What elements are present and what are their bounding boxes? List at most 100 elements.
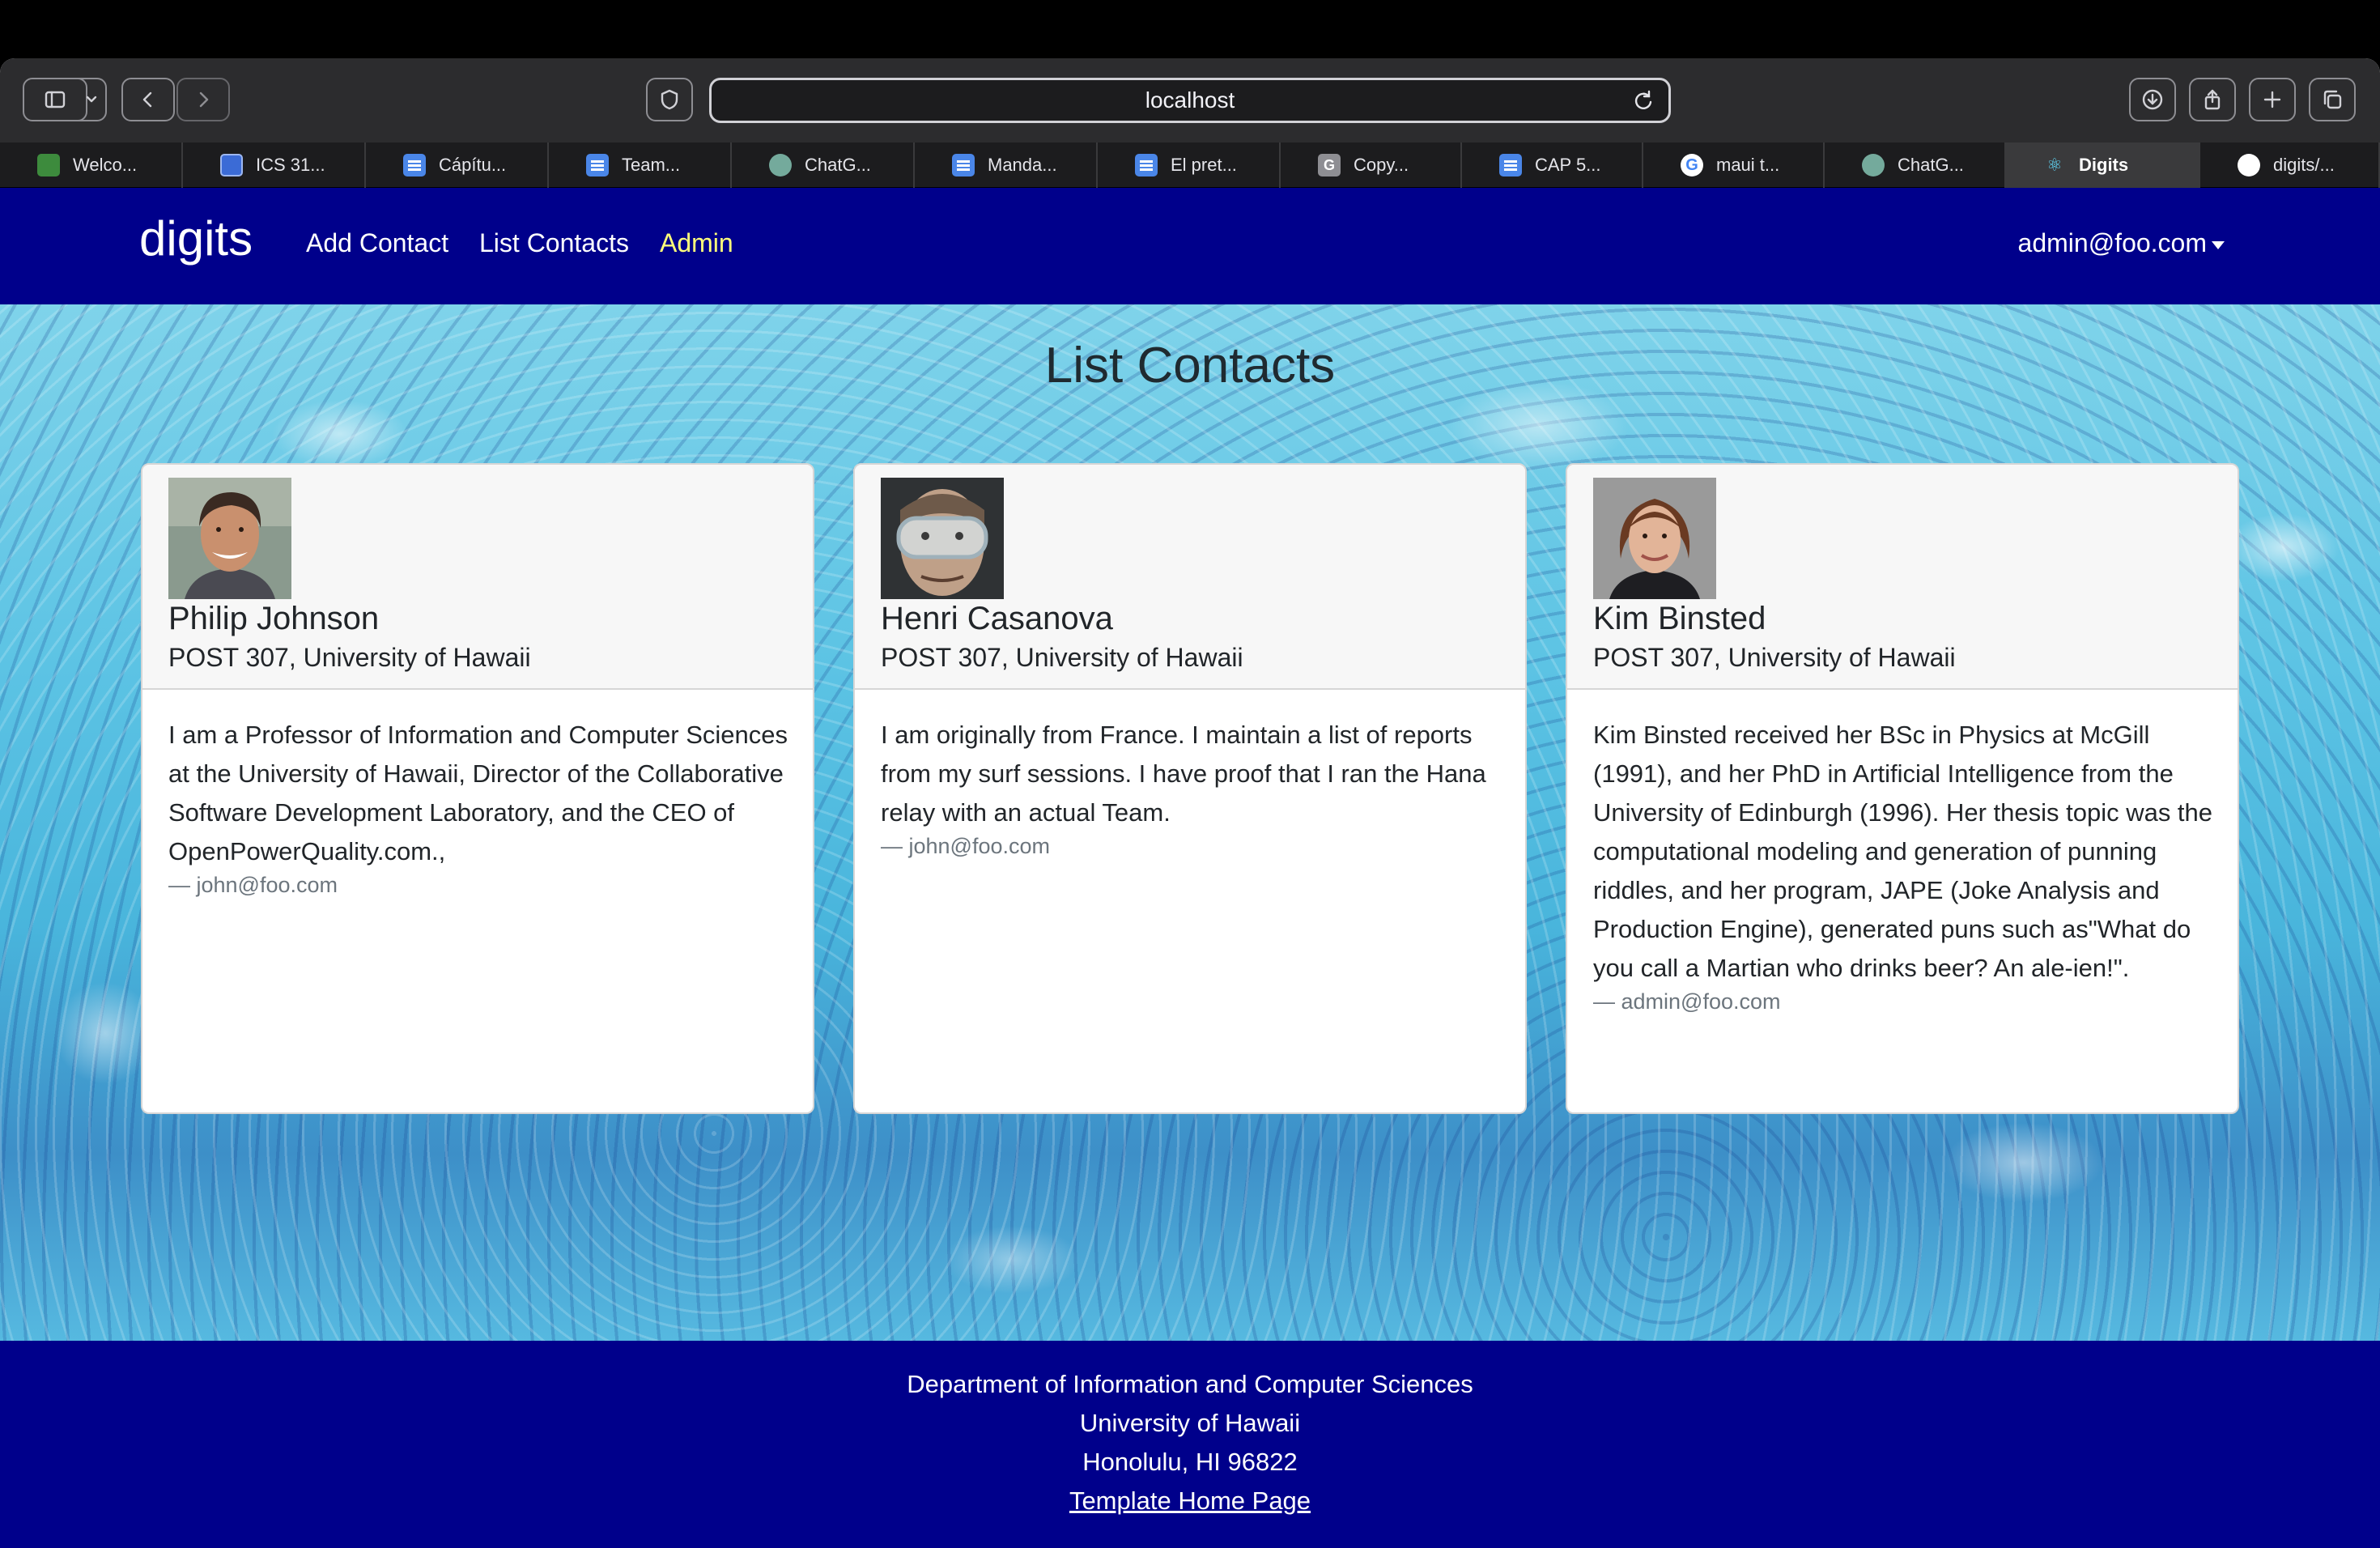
contact-address: POST 307, University of Hawaii [168, 643, 531, 672]
page-title: List Contacts [1044, 338, 1336, 393]
digits-page: digits Add Contact List Contacts Admin a… [0, 188, 2380, 1548]
tab-label: digits/... [2273, 155, 2335, 175]
chatgpt-icon [769, 154, 792, 176]
brand-logo[interactable]: digits [139, 211, 253, 266]
tab-label: Manda... [988, 155, 1057, 175]
reload-button[interactable] [1631, 88, 1655, 113]
contact-name: Philip Johnson [168, 601, 380, 636]
glitter-background: List Contacts Philip Johnson POST 307, U… [0, 304, 2380, 1341]
contact-description: I am originally from France. I maintain … [881, 721, 1486, 827]
footer: Department of Information and Computer S… [0, 1341, 2380, 1548]
nav-add-contact[interactable]: Add Contact [306, 228, 448, 258]
browser-tab[interactable]: Team... [549, 142, 732, 188]
chevron-down-icon [86, 96, 97, 103]
caret-down-icon [2212, 240, 2225, 249]
contact-name: Henri Casanova [881, 601, 1113, 636]
url-text: localhost [1145, 87, 1235, 113]
tab-label: ChatG... [805, 155, 871, 175]
contact-name: Kim Binsted [1593, 601, 1766, 636]
contact-card: Henri Casanova POST 307, University of H… [853, 463, 1527, 1114]
card-header: Kim Binsted POST 307, University of Hawa… [1567, 465, 2238, 690]
download-icon [2142, 89, 2163, 110]
back-button[interactable] [121, 78, 175, 121]
footer-university: University of Hawaii [1079, 1409, 1301, 1437]
new-tab-button[interactable] [2249, 78, 2296, 121]
browser-window: localhost Welco... ICS 31... Cápítu... Team… [0, 58, 2380, 1548]
chevron-right-icon [199, 91, 209, 108]
browser-tab[interactable]: Gmaui t... [1643, 142, 1825, 188]
nav-list-contacts[interactable]: List Contacts [479, 228, 629, 258]
shield-icon [661, 89, 678, 110]
share-icon [2204, 89, 2221, 110]
browser-tab[interactable]: ChatG... [1825, 142, 2006, 188]
google-icon: G [1681, 154, 1703, 176]
contact-owner: — john@foo.com [168, 873, 338, 897]
contact-card: Kim Binsted POST 307, University of Hawa… [1566, 463, 2239, 1114]
doc-icon [403, 154, 426, 176]
card-body: I am originally from France. I maintain … [881, 716, 1506, 859]
tab-bar: Welco... ICS 31... Cápítu... Team... ChatG..… [0, 142, 2380, 188]
footer-department: Department of Information and Computer S… [907, 1370, 1473, 1398]
sidebar-menu-button[interactable] [78, 78, 107, 121]
browser-tab[interactable]: ICS 31... [183, 142, 366, 188]
browser-tab[interactable]: ⚛ Digits [2006, 142, 2200, 188]
reload-icon [1634, 90, 1652, 109]
plus-icon [2263, 91, 2281, 108]
doc-icon [586, 154, 609, 176]
user-email: admin@foo.com [2017, 228, 2207, 257]
tabs-icon [2323, 90, 2342, 109]
contact-description: I am a Professor of Information and Comp… [168, 721, 788, 865]
card-header: Henri Casanova POST 307, University of H… [855, 465, 1525, 690]
tab-overview-button[interactable] [2309, 78, 2356, 121]
tab-label: ChatG... [1898, 155, 1964, 175]
address-bar[interactable]: localhost [709, 78, 1671, 123]
forward-button[interactable] [176, 78, 230, 121]
contact-owner: — admin@foo.com [1593, 989, 1781, 1014]
browser-tab[interactable]: El pret... [1098, 142, 1281, 188]
leaf-icon [37, 154, 60, 176]
tab-label: ICS 31... [256, 155, 325, 175]
browser-tab[interactable]: Manda... [915, 142, 1098, 188]
browser-tab[interactable]: digits/... [2200, 142, 2380, 188]
avatar [881, 478, 1004, 599]
doc-icon [952, 154, 975, 176]
doc-icon [1135, 154, 1158, 176]
tab-label: Copy... [1354, 155, 1409, 175]
sidebar-icon [45, 91, 66, 108]
tab-label: CAP 5... [1535, 155, 1601, 175]
tab-label: El pret... [1171, 155, 1237, 175]
footer-city: Honolulu, HI 96822 [1082, 1448, 1298, 1476]
chatgpt-icon [1862, 154, 1885, 176]
square-icon [220, 154, 243, 176]
card-body: I am a Professor of Information and Comp… [168, 716, 793, 898]
react-icon: ⚛ [2046, 155, 2063, 175]
downloads-button[interactable] [2129, 78, 2176, 121]
contact-owner: — john@foo.com [881, 834, 1050, 858]
github-icon [2238, 154, 2260, 176]
browser-tab[interactable]: Cápítu... [366, 142, 549, 188]
tab-label: Team... [622, 155, 681, 175]
screen-top-bar [0, 0, 2380, 58]
g-icon: G [1318, 154, 1341, 176]
nav-admin[interactable]: Admin [660, 228, 733, 258]
tab-label: Welco... [73, 155, 138, 175]
browser-tab[interactable]: G Copy... [1281, 142, 1462, 188]
tab-label: maui t... [1716, 155, 1780, 175]
privacy-shield-button[interactable] [646, 78, 693, 121]
template-home-link[interactable]: Template Home Page [1069, 1486, 1311, 1515]
browser-toolbar: localhost [0, 58, 2380, 142]
doc-icon [1499, 154, 1522, 176]
contact-address: POST 307, University of Hawaii [881, 643, 1243, 672]
browser-tab[interactable]: Welco... [0, 142, 183, 188]
avatar [168, 478, 291, 599]
contact-address: POST 307, University of Hawaii [1593, 643, 1956, 672]
card-header: Philip Johnson POST 307, University of H… [142, 465, 813, 690]
user-dropdown[interactable]: admin@foo.com [2018, 228, 2225, 258]
chevron-left-icon [142, 91, 152, 108]
contact-description: Kim Binsted received her BSc in Physics … [1593, 721, 2213, 982]
contact-card: Philip Johnson POST 307, University of H… [141, 463, 814, 1114]
browser-tab[interactable]: CAP 5... [1462, 142, 1643, 188]
tab-label: Cápítu... [439, 155, 507, 175]
share-button[interactable] [2189, 78, 2236, 121]
browser-tab[interactable]: ChatG... [732, 142, 915, 188]
